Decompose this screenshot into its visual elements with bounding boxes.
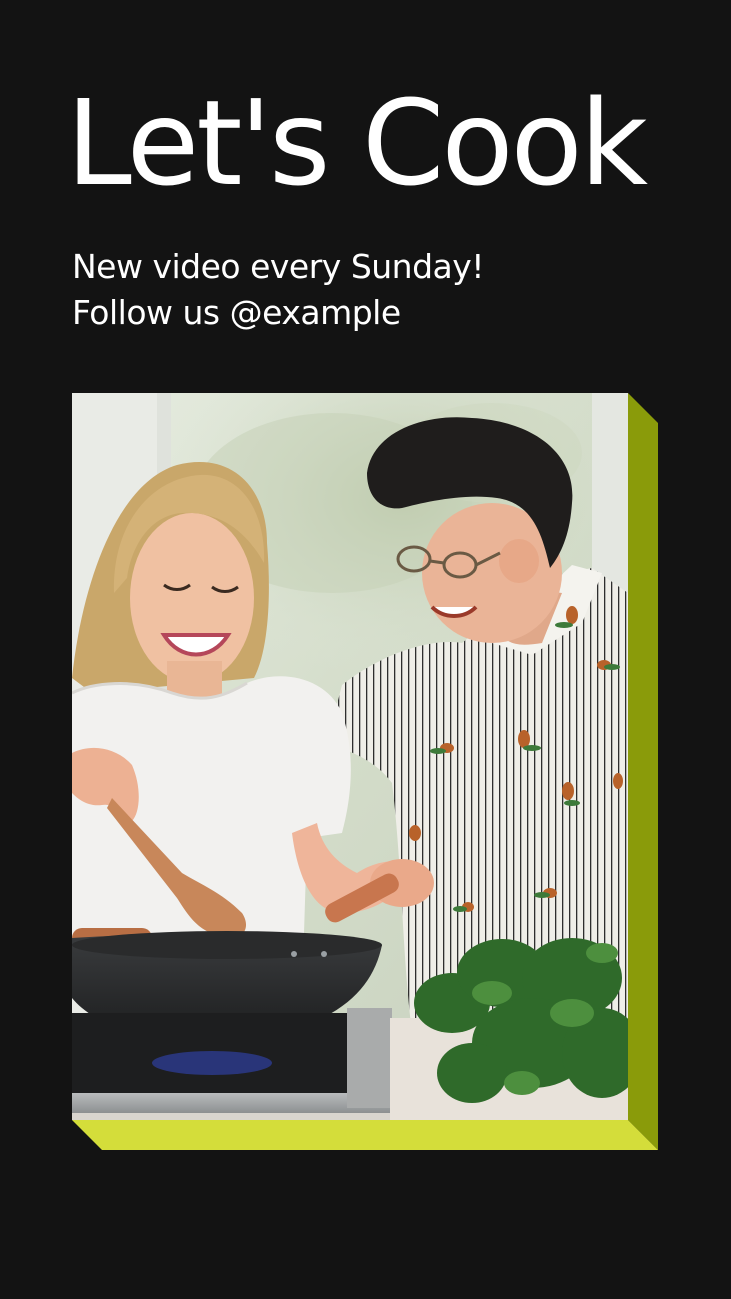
cooking-photo — [72, 393, 628, 1120]
frame-side-edge — [628, 393, 658, 1150]
subtitle-line-handle: Follow us @example — [72, 293, 401, 332]
subtitle-line-schedule: New video every Sunday! — [72, 247, 485, 286]
page-title: Let's Cook — [66, 74, 648, 212]
photo-frame — [72, 393, 658, 1150]
frame-bottom-edge — [72, 1120, 658, 1150]
subtitle: New video every Sunday! Follow us @examp… — [72, 244, 485, 336]
